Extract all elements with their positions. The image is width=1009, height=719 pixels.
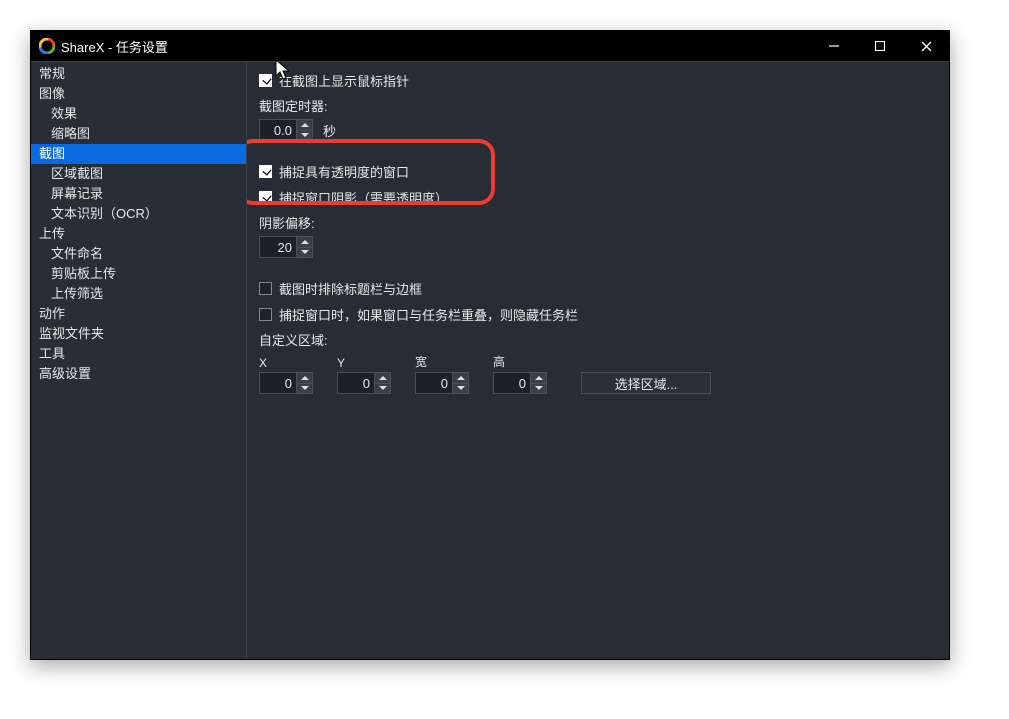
sidebar-item-0[interactable]: 常规 [31,64,246,84]
region-w-down[interactable] [453,383,469,395]
region-x-spinner[interactable] [259,372,313,394]
close-button[interactable] [903,31,949,61]
sidebar-item-5[interactable]: 区域截图 [31,164,246,184]
shadow-offset-down-button[interactable] [297,247,313,259]
hide-taskbar-checkbox[interactable] [259,308,272,321]
region-x-up[interactable] [297,372,313,383]
region-y-spinner[interactable] [337,372,391,394]
remove-titlebar-checkbox[interactable] [259,282,272,295]
remove-titlebar-row[interactable]: 截图时排除标题栏与边框 [259,278,937,298]
sidebar-item-13[interactable]: 监视文件夹 [31,324,246,344]
hide-taskbar-row[interactable]: 捕捉窗口时，如果窗口与任务栏重叠，则隐藏任务栏 [259,304,937,324]
region-w-spinner[interactable] [415,372,469,394]
show-cursor-label: 在截图上显示鼠标指针 [279,71,409,90]
sidebar-item-15[interactable]: 高级设置 [31,364,246,384]
region-x-input[interactable] [259,372,297,394]
sidebar-item-6[interactable]: 屏幕记录 [31,184,246,204]
region-h-input[interactable] [493,372,531,394]
region-h-down[interactable] [531,383,547,395]
timer-spinner[interactable] [259,119,313,141]
sidebar-item-8[interactable]: 上传 [31,224,246,244]
capture-transparent-row[interactable]: 捕捉具有透明度的窗口 [259,161,937,181]
window-title: ShareX - 任务设置 [61,37,168,56]
capture-shadow-checkbox[interactable] [259,191,272,204]
region-h-label: 高 [493,353,557,370]
capture-shadow-label: 捕捉窗口阴影（需要透明度） [279,188,448,207]
minimize-button[interactable] [811,31,857,61]
region-y-label: Y [337,356,401,370]
timer-input[interactable] [259,119,297,141]
sidebar: 常规图像效果缩略图截图区域截图屏幕记录文本识别（OCR）上传文件命名剪贴板上传上… [31,62,247,659]
sidebar-item-2[interactable]: 效果 [31,104,246,124]
region-w-label: 宽 [415,353,479,370]
capture-shadow-row[interactable]: 捕捉窗口阴影（需要透明度） [259,187,937,207]
region-y-down[interactable] [375,383,391,395]
region-x-label: X [259,356,323,370]
timer-up-button[interactable] [297,119,313,130]
capture-transparent-checkbox[interactable] [259,165,272,178]
sidebar-item-14[interactable]: 工具 [31,344,246,364]
sidebar-item-12[interactable]: 动作 [31,304,246,324]
hide-taskbar-label: 捕捉窗口时，如果窗口与任务栏重叠，则隐藏任务栏 [279,305,578,324]
sidebar-item-9[interactable]: 文件命名 [31,244,246,264]
sidebar-item-1[interactable]: 图像 [31,84,246,104]
region-w-up[interactable] [453,372,469,383]
content-panel: 在截图上显示鼠标指针 截图定时器: 秒 捕捉具有透明度的窗口 [247,62,949,659]
remove-titlebar-label: 截图时排除标题栏与边框 [279,279,422,298]
shadow-offset-label: 阴影偏移: [259,213,937,232]
shadow-offset-spinner[interactable] [259,236,313,258]
region-y-up[interactable] [375,372,391,383]
window: ShareX - 任务设置 常规图像效果缩略图截图区域截图屏幕记录文本识别（OC… [30,30,950,660]
sidebar-item-3[interactable]: 缩略图 [31,124,246,144]
show-cursor-checkbox[interactable] [259,74,272,87]
sidebar-item-10[interactable]: 剪贴板上传 [31,264,246,284]
app-icon [39,38,55,54]
shadow-offset-up-button[interactable] [297,236,313,247]
timer-down-button[interactable] [297,130,313,142]
select-region-button[interactable]: 选择区域... [581,372,711,394]
timer-label: 截图定时器: [259,96,937,115]
region-h-up[interactable] [531,372,547,383]
region-y-input[interactable] [337,372,375,394]
timer-unit: 秒 [323,121,336,140]
custom-region-label: 自定义区域: [259,330,937,349]
maximize-button[interactable] [857,31,903,61]
region-w-input[interactable] [415,372,453,394]
sidebar-item-7[interactable]: 文本识别（OCR） [31,204,246,224]
show-cursor-row[interactable]: 在截图上显示鼠标指针 [259,70,937,90]
region-h-spinner[interactable] [493,372,547,394]
sidebar-item-4[interactable]: 截图 [31,144,246,164]
region-x-down[interactable] [297,383,313,395]
shadow-offset-input[interactable] [259,236,297,258]
capture-transparent-label: 捕捉具有透明度的窗口 [279,162,409,181]
titlebar[interactable]: ShareX - 任务设置 [31,31,949,61]
sidebar-item-11[interactable]: 上传筛选 [31,284,246,304]
